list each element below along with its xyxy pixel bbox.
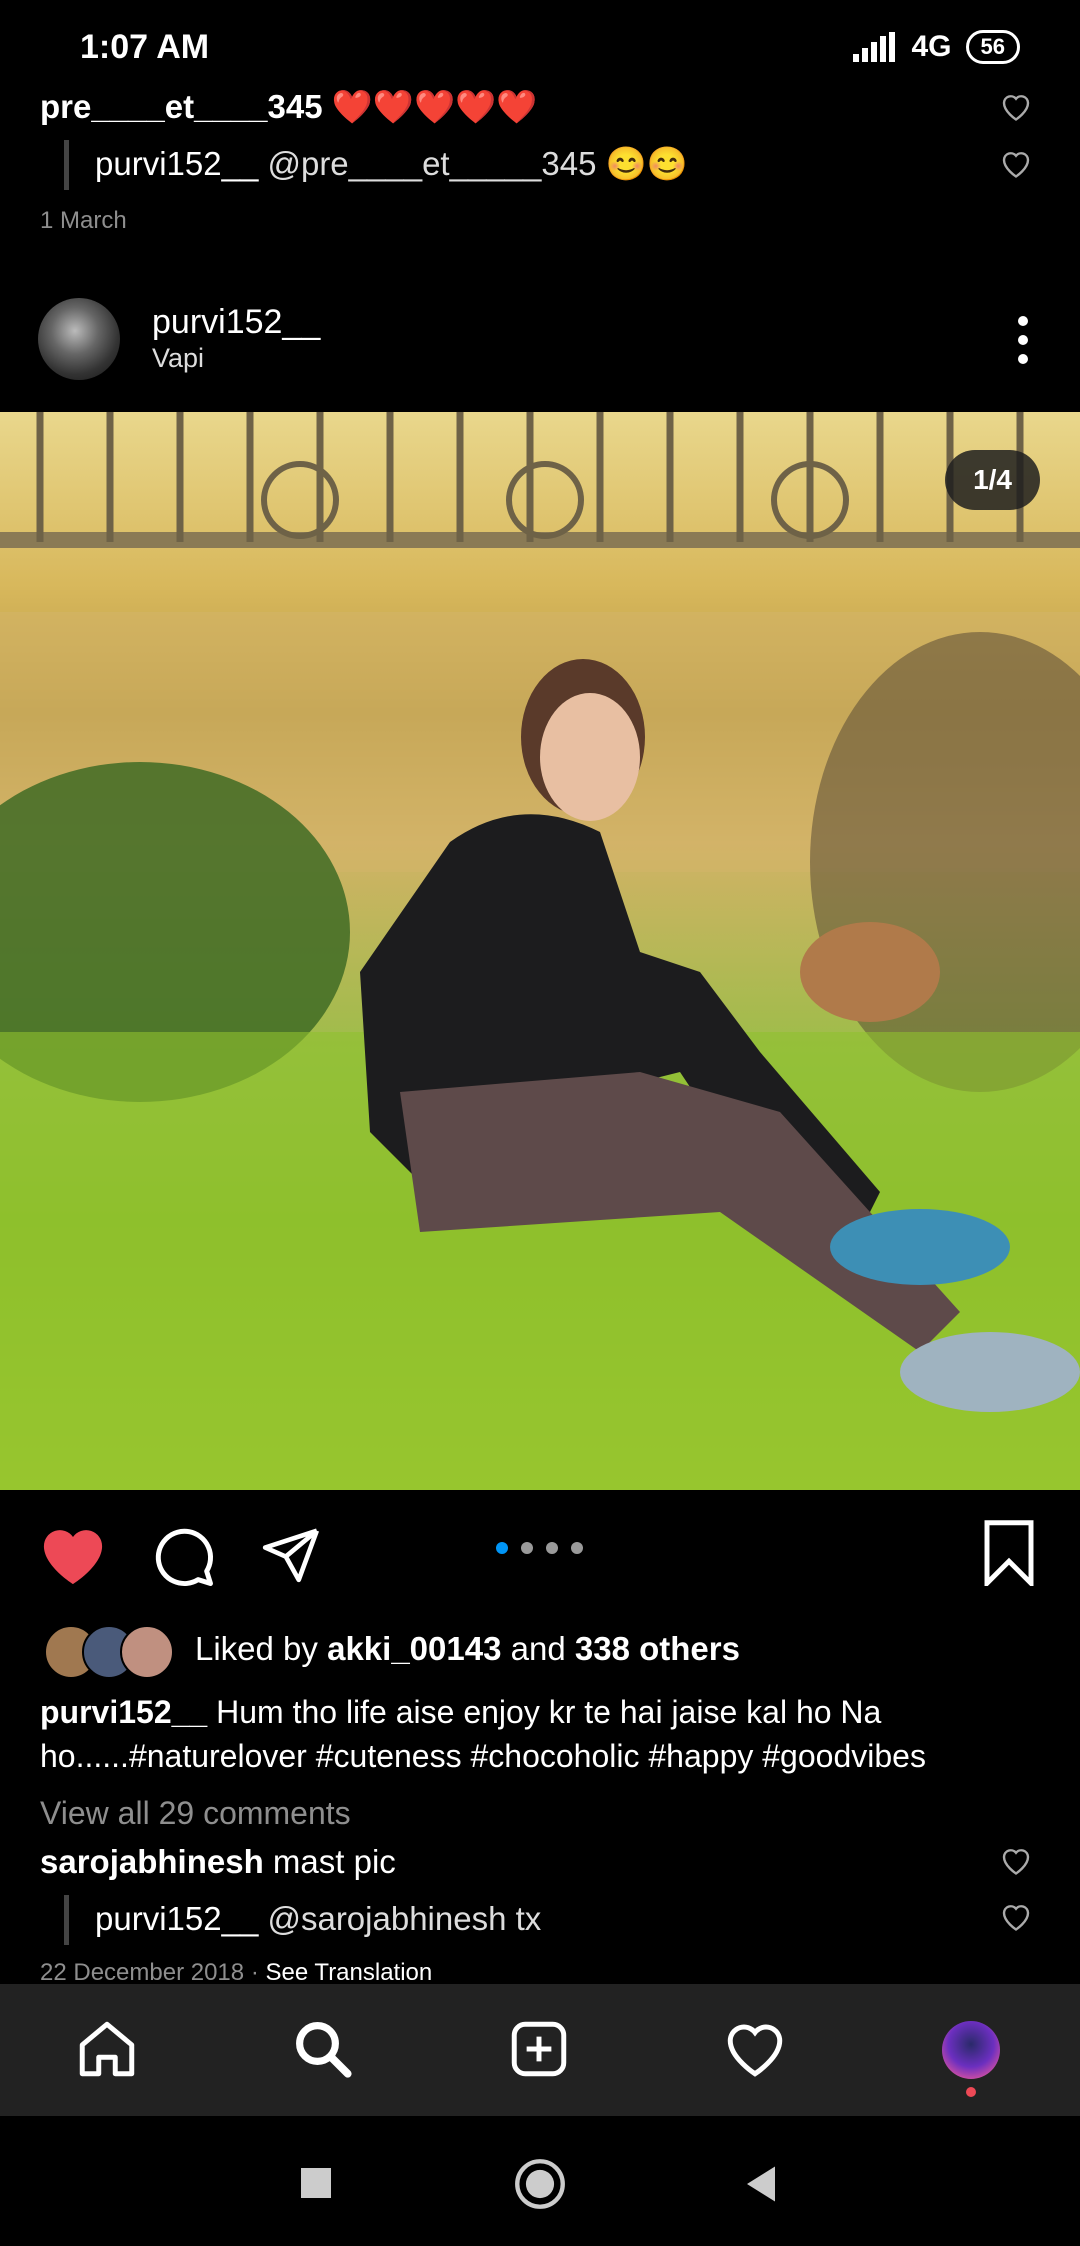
activity-heart-icon[interactable] [722, 2016, 788, 2082]
reply-text: @sarojabhinesh tx [267, 1900, 542, 1937]
reply-text: @pre____et_____345 😊😊 [267, 145, 688, 182]
caption-username[interactable]: purvi152__ [40, 1694, 207, 1730]
reply-divider [64, 140, 69, 190]
liked-by-user[interactable]: akki_00143 [327, 1630, 501, 1667]
home-icon[interactable] [74, 2016, 140, 2082]
share-icon[interactable] [258, 1523, 324, 1585]
back-icon[interactable] [742, 2163, 780, 2205]
liked-by-and: and [510, 1630, 566, 1667]
status-icons: 4G 56 [853, 30, 1020, 64]
comment-text: mast pic [272, 1843, 396, 1880]
liked-by-others[interactable]: 338 others [575, 1630, 740, 1667]
reply-username[interactable]: purvi152__ [95, 145, 258, 182]
liked-by-text[interactable]: Liked by akki_00143 and 338 others [195, 1630, 740, 1668]
comment-meta: 22 December 2018 · See Translation [40, 1959, 433, 1986]
carousel-indicator [496, 1542, 583, 1554]
more-options-icon[interactable] [1018, 316, 1030, 373]
signal-icon [853, 32, 896, 62]
view-all-comments-link[interactable]: View all 29 comments [40, 1795, 351, 1832]
profile-avatar-tab[interactable] [942, 2021, 1000, 2079]
comment-username[interactable]: sarojabhinesh [40, 1843, 264, 1880]
comment-date: 22 December 2018 [40, 1959, 245, 1986]
post-location[interactable]: Vapi [152, 343, 204, 374]
comment-icon[interactable] [150, 1523, 216, 1589]
comment-like-icon[interactable] [998, 88, 1034, 124]
comment-text: ❤️❤️❤️❤️❤️ [331, 88, 538, 125]
reply-like-icon[interactable] [998, 1898, 1034, 1934]
battery-indicator: 56 [965, 30, 1020, 64]
recents-icon[interactable] [298, 2165, 334, 2201]
reply-row: purvi152__ @sarojabhinesh tx [95, 1900, 541, 1938]
status-time: 1:07 AM [80, 28, 210, 66]
comment-date: 1 March [40, 207, 127, 234]
like-icon[interactable] [38, 1523, 108, 1587]
see-translation-link[interactable]: See Translation [265, 1959, 432, 1986]
liked-by-prefix: Liked by [195, 1630, 318, 1667]
post-avatar[interactable] [38, 298, 120, 380]
liked-by-avatars[interactable] [44, 1625, 174, 1679]
post-photo-illustration [0, 412, 1080, 1490]
reply-username[interactable]: purvi152__ [95, 1900, 258, 1937]
reply-divider [64, 1895, 69, 1945]
comment-row: pre____et____345 ❤️❤️❤️❤️❤️ [40, 88, 537, 127]
post-username[interactable]: purvi152__ [152, 303, 320, 342]
post-caption: purvi152__ Hum tho life aise enjoy kr te… [40, 1690, 1040, 1778]
image-counter: 1/4 [945, 450, 1040, 510]
network-label: 4G [911, 30, 952, 63]
home-button-icon[interactable] [514, 2158, 566, 2210]
comment-username[interactable]: pre____et____345 [40, 88, 323, 125]
search-icon[interactable] [290, 2016, 356, 2082]
reply-row: purvi152__ @pre____et_____345 😊😊 [95, 145, 688, 184]
notification-dot [966, 2087, 976, 2097]
new-post-icon[interactable] [506, 2016, 572, 2082]
comment-like-icon[interactable] [998, 1842, 1034, 1878]
reply-like-icon[interactable] [998, 145, 1034, 181]
comment-row: sarojabhinesh mast pic [40, 1843, 396, 1881]
post-image[interactable] [0, 412, 1080, 1490]
bookmark-icon[interactable] [980, 1520, 1038, 1586]
